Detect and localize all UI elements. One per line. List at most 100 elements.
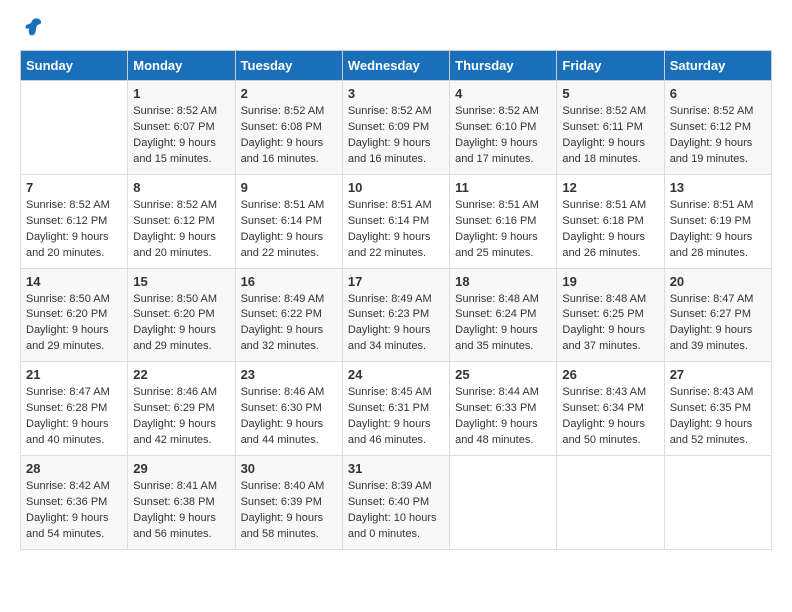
calendar-cell: 28 Sunrise: 8:42 AM Sunset: 6:36 PM Dayli…	[21, 456, 128, 550]
cell-content: Sunrise: 8:51 AM Sunset: 6:19 PM Dayligh…	[670, 198, 766, 262]
calendar-cell: 9 Sunrise: 8:51 AM Sunset: 6:14 PM Daylig…	[235, 174, 342, 268]
day-number: 21	[26, 367, 122, 382]
cell-content: Sunrise: 8:41 AM Sunset: 6:38 PM Dayligh…	[133, 479, 229, 543]
day-number: 25	[455, 367, 551, 382]
calendar-week-1: 1 Sunrise: 8:52 AM Sunset: 6:07 PM Daylig…	[21, 81, 772, 175]
day-number: 27	[670, 367, 766, 382]
calendar-cell: 5 Sunrise: 8:52 AM Sunset: 6:11 PM Daylig…	[557, 81, 664, 175]
cell-content: Sunrise: 8:52 AM Sunset: 6:10 PM Dayligh…	[455, 104, 551, 168]
cell-content: Sunrise: 8:51 AM Sunset: 6:14 PM Dayligh…	[348, 198, 444, 262]
day-number: 4	[455, 86, 551, 101]
col-header-tuesday: Tuesday	[235, 51, 342, 81]
cell-content: Sunrise: 8:40 AM Sunset: 6:39 PM Dayligh…	[241, 479, 337, 543]
day-number: 8	[133, 180, 229, 195]
cell-content: Sunrise: 8:52 AM Sunset: 6:08 PM Dayligh…	[241, 104, 337, 168]
calendar-week-5: 28 Sunrise: 8:42 AM Sunset: 6:36 PM Dayli…	[21, 456, 772, 550]
calendar-cell: 18 Sunrise: 8:48 AM Sunset: 6:24 PM Dayli…	[450, 268, 557, 362]
cell-content: Sunrise: 8:44 AM Sunset: 6:33 PM Dayligh…	[455, 385, 551, 449]
day-number: 23	[241, 367, 337, 382]
day-number: 20	[670, 274, 766, 289]
col-header-sunday: Sunday	[21, 51, 128, 81]
cell-content: Sunrise: 8:52 AM Sunset: 6:12 PM Dayligh…	[670, 104, 766, 168]
day-number: 17	[348, 274, 444, 289]
calendar-cell: 10 Sunrise: 8:51 AM Sunset: 6:14 PM Dayli…	[342, 174, 449, 268]
calendar-header: SundayMondayTuesdayWednesdayThursdayFrid…	[21, 51, 772, 81]
cell-content: Sunrise: 8:51 AM Sunset: 6:16 PM Dayligh…	[455, 198, 551, 262]
cell-content: Sunrise: 8:52 AM Sunset: 6:09 PM Dayligh…	[348, 104, 444, 168]
calendar-week-2: 7 Sunrise: 8:52 AM Sunset: 6:12 PM Daylig…	[21, 174, 772, 268]
calendar-week-4: 21 Sunrise: 8:47 AM Sunset: 6:28 PM Dayli…	[21, 362, 772, 456]
day-number: 5	[562, 86, 658, 101]
cell-content: Sunrise: 8:52 AM Sunset: 6:07 PM Dayligh…	[133, 104, 229, 168]
day-number: 26	[562, 367, 658, 382]
cell-content: Sunrise: 8:46 AM Sunset: 6:30 PM Dayligh…	[241, 385, 337, 449]
day-number: 1	[133, 86, 229, 101]
cell-content: Sunrise: 8:52 AM Sunset: 6:12 PM Dayligh…	[133, 198, 229, 262]
calendar-cell: 8 Sunrise: 8:52 AM Sunset: 6:12 PM Daylig…	[128, 174, 235, 268]
calendar-cell: 31 Sunrise: 8:39 AM Sunset: 6:40 PM Dayli…	[342, 456, 449, 550]
col-header-wednesday: Wednesday	[342, 51, 449, 81]
day-number: 31	[348, 461, 444, 476]
day-number: 30	[241, 461, 337, 476]
cell-content: Sunrise: 8:47 AM Sunset: 6:28 PM Dayligh…	[26, 385, 122, 449]
col-header-saturday: Saturday	[664, 51, 771, 81]
calendar-cell: 13 Sunrise: 8:51 AM Sunset: 6:19 PM Dayli…	[664, 174, 771, 268]
calendar-cell: 21 Sunrise: 8:47 AM Sunset: 6:28 PM Dayli…	[21, 362, 128, 456]
day-number: 16	[241, 274, 337, 289]
day-number: 18	[455, 274, 551, 289]
calendar-cell	[21, 81, 128, 175]
calendar-cell: 6 Sunrise: 8:52 AM Sunset: 6:12 PM Daylig…	[664, 81, 771, 175]
calendar-cell: 2 Sunrise: 8:52 AM Sunset: 6:08 PM Daylig…	[235, 81, 342, 175]
calendar-week-3: 14 Sunrise: 8:50 AM Sunset: 6:20 PM Dayli…	[21, 268, 772, 362]
calendar-cell: 14 Sunrise: 8:50 AM Sunset: 6:20 PM Dayli…	[21, 268, 128, 362]
day-number: 7	[26, 180, 122, 195]
cell-content: Sunrise: 8:48 AM Sunset: 6:24 PM Dayligh…	[455, 292, 551, 356]
calendar-cell	[557, 456, 664, 550]
day-number: 14	[26, 274, 122, 289]
calendar-table: SundayMondayTuesdayWednesdayThursdayFrid…	[20, 50, 772, 550]
calendar-cell	[450, 456, 557, 550]
cell-content: Sunrise: 8:39 AM Sunset: 6:40 PM Dayligh…	[348, 479, 444, 543]
cell-content: Sunrise: 8:51 AM Sunset: 6:18 PM Dayligh…	[562, 198, 658, 262]
day-number: 24	[348, 367, 444, 382]
calendar-cell: 22 Sunrise: 8:46 AM Sunset: 6:29 PM Dayli…	[128, 362, 235, 456]
day-number: 6	[670, 86, 766, 101]
day-number: 22	[133, 367, 229, 382]
day-number: 12	[562, 180, 658, 195]
day-number: 15	[133, 274, 229, 289]
calendar-cell: 11 Sunrise: 8:51 AM Sunset: 6:16 PM Dayli…	[450, 174, 557, 268]
cell-content: Sunrise: 8:50 AM Sunset: 6:20 PM Dayligh…	[133, 292, 229, 356]
col-header-friday: Friday	[557, 51, 664, 81]
day-number: 29	[133, 461, 229, 476]
cell-content: Sunrise: 8:52 AM Sunset: 6:11 PM Dayligh…	[562, 104, 658, 168]
day-number: 2	[241, 86, 337, 101]
cell-content: Sunrise: 8:50 AM Sunset: 6:20 PM Dayligh…	[26, 292, 122, 356]
logo-bird-icon	[22, 16, 44, 38]
calendar-cell	[664, 456, 771, 550]
cell-content: Sunrise: 8:51 AM Sunset: 6:14 PM Dayligh…	[241, 198, 337, 262]
page-header	[20, 16, 772, 38]
calendar-cell: 29 Sunrise: 8:41 AM Sunset: 6:38 PM Dayli…	[128, 456, 235, 550]
cell-content: Sunrise: 8:43 AM Sunset: 6:35 PM Dayligh…	[670, 385, 766, 449]
day-number: 9	[241, 180, 337, 195]
cell-content: Sunrise: 8:47 AM Sunset: 6:27 PM Dayligh…	[670, 292, 766, 356]
calendar-cell: 20 Sunrise: 8:47 AM Sunset: 6:27 PM Dayli…	[664, 268, 771, 362]
cell-content: Sunrise: 8:46 AM Sunset: 6:29 PM Dayligh…	[133, 385, 229, 449]
day-number: 10	[348, 180, 444, 195]
cell-content: Sunrise: 8:49 AM Sunset: 6:23 PM Dayligh…	[348, 292, 444, 356]
col-header-thursday: Thursday	[450, 51, 557, 81]
cell-content: Sunrise: 8:43 AM Sunset: 6:34 PM Dayligh…	[562, 385, 658, 449]
day-number: 28	[26, 461, 122, 476]
day-number: 11	[455, 180, 551, 195]
calendar-cell: 16 Sunrise: 8:49 AM Sunset: 6:22 PM Dayli…	[235, 268, 342, 362]
logo	[20, 16, 44, 38]
calendar-cell: 24 Sunrise: 8:45 AM Sunset: 6:31 PM Dayli…	[342, 362, 449, 456]
cell-content: Sunrise: 8:48 AM Sunset: 6:25 PM Dayligh…	[562, 292, 658, 356]
calendar-cell: 19Sunrise: 8:48 AM Sunset: 6:25 PM Dayli…	[557, 268, 664, 362]
cell-content: Sunrise: 8:49 AM Sunset: 6:22 PM Dayligh…	[241, 292, 337, 356]
day-number: 13	[670, 180, 766, 195]
cell-content: Sunrise: 8:45 AM Sunset: 6:31 PM Dayligh…	[348, 385, 444, 449]
calendar-cell: 25 Sunrise: 8:44 AM Sunset: 6:33 PM Dayli…	[450, 362, 557, 456]
cell-content: Sunrise: 8:42 AM Sunset: 6:36 PM Dayligh…	[26, 479, 122, 543]
calendar-cell: 26 Sunrise: 8:43 AM Sunset: 6:34 PM Dayli…	[557, 362, 664, 456]
